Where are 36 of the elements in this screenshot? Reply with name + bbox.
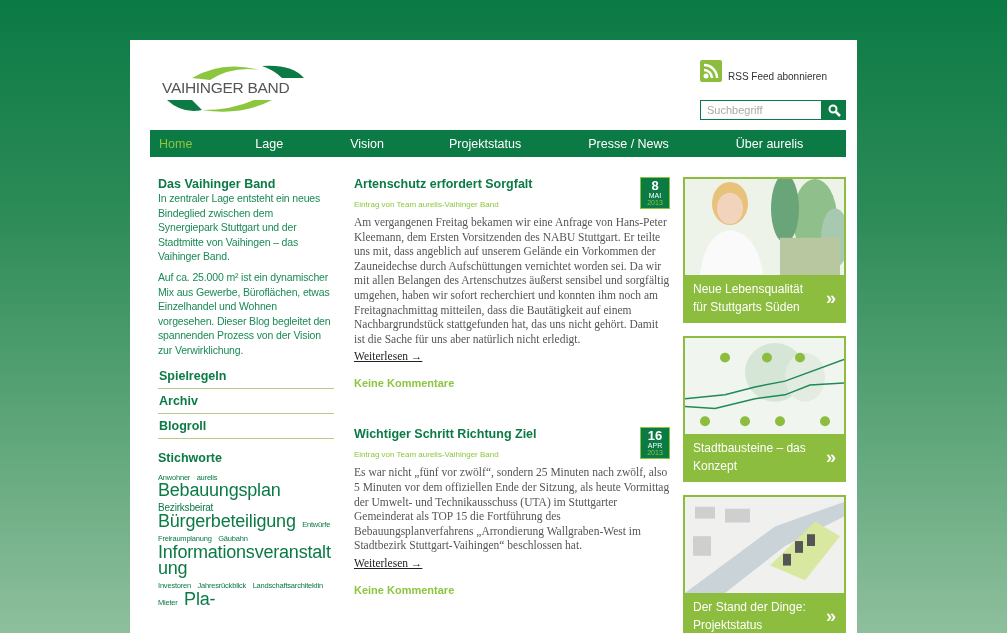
search-button[interactable] (822, 100, 846, 120)
nav-item[interactable]: Lage (255, 136, 284, 151)
tag-link[interactable]: Informationsveranstaltung (158, 543, 332, 577)
post-title[interactable]: Artenschutz erfordert Sorgfalt (354, 177, 533, 191)
post-byline: Eintrag von Team aurelis-Vaihinger Band (354, 200, 500, 209)
search-icon (827, 103, 841, 117)
sidebar-link[interactable]: Spielregeln (158, 363, 334, 389)
tag-link[interactable]: Bürgerbeteiligung (158, 512, 296, 530)
tags-title: Stichworte (158, 452, 223, 464)
tag-link[interactable]: Bezirksbeirat (158, 501, 214, 513)
logo-text: VAIHINGER BAND (162, 79, 290, 97)
tag-link[interactable]: Pla- (184, 590, 216, 607)
teaser-arrow: » (826, 287, 836, 309)
rss-link[interactable]: RSS Feed abonnieren (728, 71, 827, 82)
nav-item[interactable]: Über aurelis (735, 136, 804, 151)
teaser-arrow: » (826, 446, 836, 468)
post-body: Am vergangenen Freitag bekamen wir eine Anfrage von Hans-Peter Kleemann, dem Ersten Vorsitzenden des NABU Stuttgart. Er teilte uns mit, dass angeblich auf unserem Gelände ein Vorkommen der Zauneidechse durch Aufschüttungen vernichtet worden sei. Da wir mit allen Belangen des Artenschutzes äußerst sensibel und sorgfältig umgehen, haben wir sofort recherchiert und konnten ihm noch am Freitagnachmittag mitteilen, dass die Bautätigkeit auf einem Nachbargrundstück stattgefunden hat, das uns nicht gehört. Damit ist die Sache für uns aber natürlich nicht erledigt. (354, 215, 670, 347)
teaser-text: Der Stand der Dinge: Projektstatus (693, 599, 807, 633)
sidebar-link[interactable]: Blogroll (158, 413, 334, 439)
post-body: Es war nicht „fünf vor zwölf“, sondern 25 Minuten nach zwölf, also 5 Minuten vor dem offiziellen Ende der Sitzung, als heute Vormittag der Umwelt- und Technikausschuss (UTA) im Stuttgarter Gemeinderat als TOP 15 die Fortführung des Bebauungsplanverfahrens „Arrondierung Wallgraben-West im Stadtbezirk Stuttgart-Vaihingen“ beschlossen hat. (354, 465, 670, 553)
sidebar-link[interactable]: Archiv (158, 388, 334, 414)
sidebar-text: Auf ca. 25.000 m² ist ein dynamischer Mix aus Gewerbe, Büroflächen, etwas Einzelhandel und Wohnen vorgesehen. Dieser Blog begleitet den spannenden Prozess von der Vision zur Verwirklichung. (158, 269, 332, 358)
post-byline: Eintrag von Team aurelis-Vaihinger Band (354, 450, 500, 460)
nav-item[interactable]: Projektstatus (449, 136, 522, 151)
teaser-arrow: » (826, 605, 836, 627)
teaser-text: Stadtbausteine – das Konzept (693, 440, 807, 475)
read-more-link[interactable]: Weiterlesen → (354, 350, 423, 363)
sidebar-text: In zentraler Lage entsteht ein neues Bindeglied zwischen dem Synergiepark Stuttgart und der Stadtmitte von Vaihingen – das Vaihinger Band. (158, 191, 322, 264)
read-more-link[interactable]: Weiterlesen → (354, 556, 423, 569)
teaser-text: Neue Lebensqualität für Stuttgarts Süden (693, 281, 805, 316)
search-field[interactable]: Suchbegriff (700, 100, 822, 120)
tag-link[interactable]: Bebauungsplan (158, 482, 281, 499)
nav-item[interactable]: Presse / News (588, 136, 669, 151)
nav-item[interactable]: Vision (350, 136, 384, 151)
post-title[interactable]: Wichtiger Schritt Richtung Ziel (354, 427, 537, 442)
sidebar-title: Das Vaihinger Band (158, 177, 277, 191)
